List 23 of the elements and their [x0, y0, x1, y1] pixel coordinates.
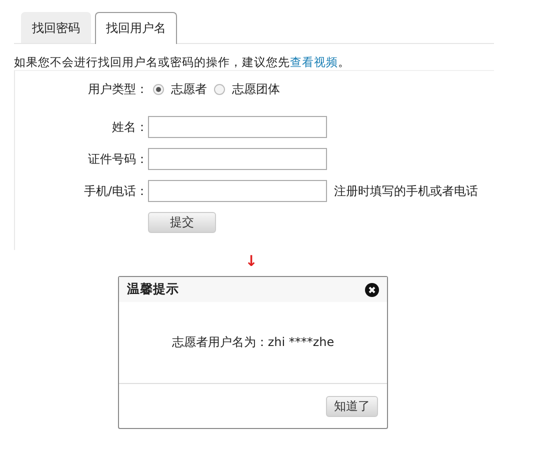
radio-label: 志愿者 — [171, 81, 207, 98]
radio-label: 志愿团体 — [232, 81, 280, 98]
notice-punctuation: 。 — [338, 55, 350, 69]
input-field[interactable] — [148, 180, 327, 202]
field-label: 证件号码： — [87, 150, 148, 168]
dialog-message: 志愿者用户名为：zhi ****zhe — [172, 334, 334, 351]
notice-text: 如果您不会进行找回用户名或密码的操作，建议您先 — [14, 55, 290, 69]
close-icon[interactable] — [365, 282, 379, 296]
input-field[interactable] — [148, 116, 327, 138]
dialog-title: 温馨提示 — [127, 281, 179, 298]
field-label: 手机/电话： — [82, 182, 148, 200]
field-label: 用户类型： — [87, 81, 148, 98]
hint-text: 注册时填写的手机或者电话 — [334, 182, 478, 200]
tab[interactable]: 找回密码 — [21, 12, 91, 43]
ok-button[interactable]: 知道了 — [326, 396, 378, 416]
radio-button[interactable] — [214, 84, 225, 95]
radio-button[interactable] — [153, 84, 164, 95]
tab[interactable]: 找回用户名 — [95, 12, 177, 44]
field-label: 姓名： — [111, 118, 148, 136]
input-field[interactable] — [148, 148, 327, 170]
submit-button[interactable]: 提交 — [148, 212, 216, 233]
video-link[interactable]: 查看视频 — [290, 55, 338, 69]
down-arrow-icon: ↓ — [245, 252, 258, 270]
